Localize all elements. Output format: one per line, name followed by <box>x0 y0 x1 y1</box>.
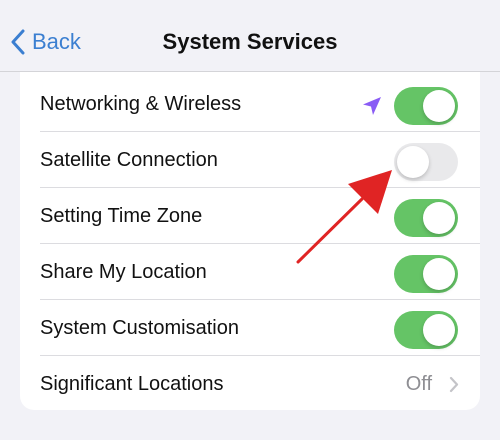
setting-label: System Customisation <box>40 316 239 339</box>
toggle-knob <box>423 258 455 290</box>
toggle-knob <box>423 314 455 346</box>
navigation-bar: Back System Services <box>0 0 500 72</box>
setting-time-zone-toggle[interactable] <box>394 199 458 237</box>
setting-label: Significant Locations <box>40 372 224 395</box>
settings-list: Networking & Wireless Satellite Connecti… <box>20 72 480 410</box>
setting-label: Share My Location <box>40 260 207 283</box>
satellite-connection-toggle[interactable] <box>394 143 458 181</box>
setting-label: Satellite Connection <box>40 148 218 171</box>
toggle-knob <box>423 90 455 122</box>
setting-label: Networking & Wireless <box>40 92 242 115</box>
location-arrow-icon <box>363 97 381 115</box>
page-title: System Services <box>162 29 338 54</box>
setting-row-satellite-connection: Satellite Connection <box>20 132 480 188</box>
setting-row-share-my-location: Share My Location <box>20 244 480 300</box>
setting-value: Off <box>405 372 432 395</box>
setting-row-time-zone: Setting Time Zone <box>20 188 480 244</box>
share-my-location-toggle[interactable] <box>394 255 458 293</box>
networking-wireless-toggle[interactable] <box>394 87 458 125</box>
toggle-knob <box>423 202 455 234</box>
setting-row-system-customisation: System Customisation <box>20 300 480 356</box>
toggle-knob <box>397 146 429 178</box>
setting-row-networking-wireless: Networking & Wireless <box>20 76 480 132</box>
system-customisation-toggle[interactable] <box>394 311 458 349</box>
setting-label: Setting Time Zone <box>40 204 203 227</box>
chevron-right-icon <box>449 376 459 393</box>
setting-row-significant-locations[interactable]: Significant Locations Off <box>20 356 480 412</box>
